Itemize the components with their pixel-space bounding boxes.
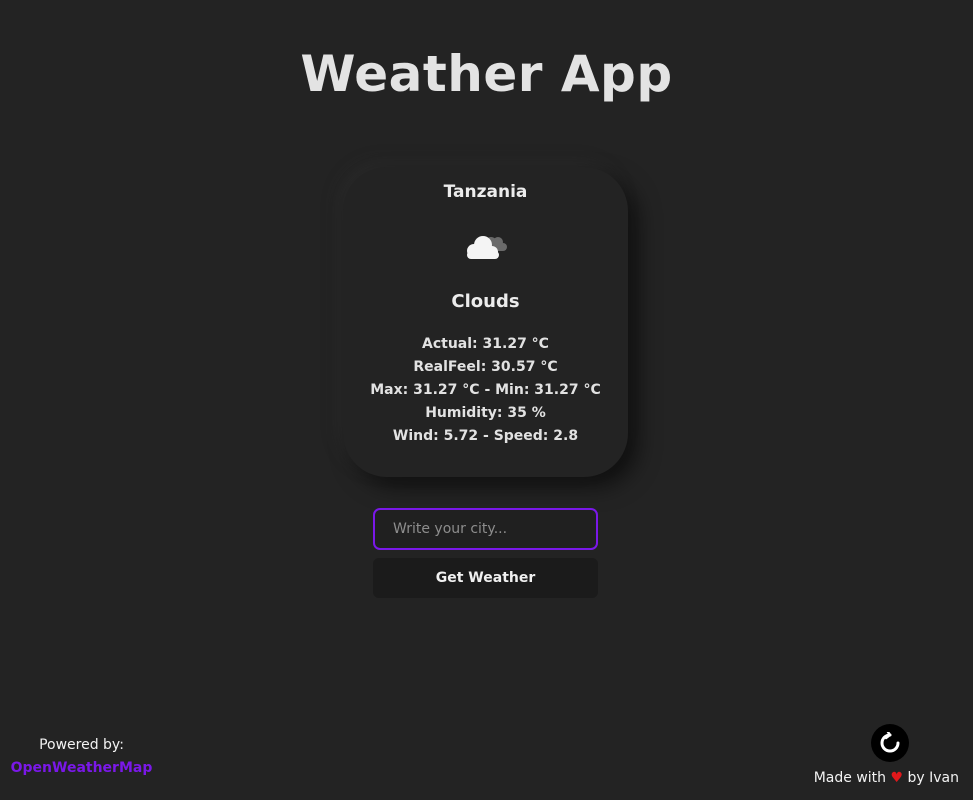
clouds-icon	[467, 236, 507, 259]
openweathermap-link[interactable]: OpenWeatherMap	[0, 757, 163, 780]
wind-speed: Wind: 5.72 - Speed: 2.8	[392, 428, 579, 444]
github-icon[interactable]	[871, 724, 909, 762]
github-logo-icon	[880, 732, 900, 753]
country-name: Tanzania	[443, 182, 528, 202]
realfeel-temperature: RealFeel: 30.57 °C	[413, 359, 558, 375]
max-min-temperature: Max: 31.27 °C - Min: 31.27 °C	[370, 382, 601, 398]
city-search-input[interactable]	[373, 508, 598, 550]
powered-by: Powered by: OpenWeatherMap	[0, 734, 163, 780]
weather-details: Actual: 31.27 °C RealFeel: 30.57 °C Max:…	[343, 333, 628, 448]
actual-temperature: Actual: 31.27 °C	[422, 336, 549, 352]
made-with-prefix: Made with	[813, 770, 887, 786]
weather-condition: Clouds	[451, 291, 520, 312]
heart-icon: ♥	[890, 770, 904, 786]
made-with-credit: Made with ♥ by Ivan	[814, 770, 959, 786]
powered-by-label: Powered by:	[39, 737, 124, 753]
made-with-suffix: by Ivan	[907, 770, 960, 786]
get-weather-button[interactable]: Get Weather	[373, 558, 598, 598]
weather-card: Tanzania Clouds Actual: 31.27 °C RealFee…	[343, 167, 628, 477]
app-title: Weather App	[300, 45, 673, 103]
humidity: Humidity: 35 %	[425, 405, 546, 421]
